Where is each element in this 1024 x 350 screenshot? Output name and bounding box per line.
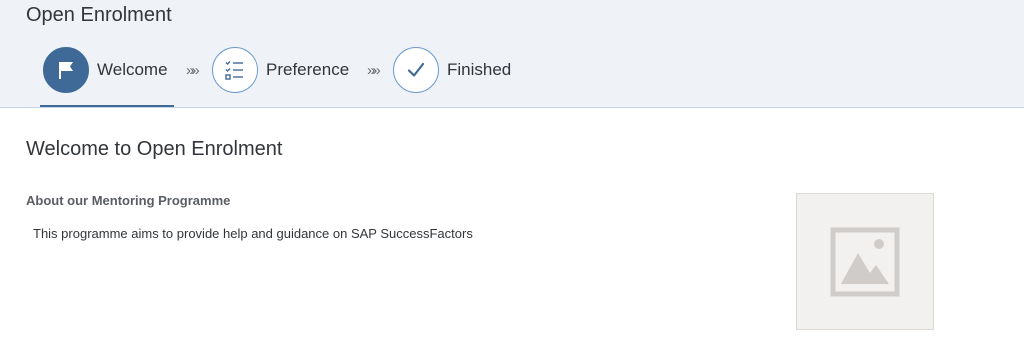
active-step-indicator [40,105,174,107]
wizard-progress: Welcome »» Preference »» Finished [40,47,560,107]
page-title: Open Enrolment [26,4,172,26]
wizard-step-welcome[interactable]: Welcome [43,47,168,93]
section-title: About our Mentoring Programme [26,193,231,208]
flag-icon [43,47,89,93]
wizard-step-preference[interactable]: Preference [212,47,349,93]
page-header: Open Enrolment Welcome »» Preference »» … [0,0,1024,108]
section-body: This programme aims to provide help and … [33,226,473,241]
image-placeholder [796,193,934,330]
wizard-step-label: Finished [447,60,512,79]
wizard-step-finished[interactable]: Finished [393,47,511,93]
wizard-step-label: Preference [266,60,350,79]
wizard-step-label: Welcome [97,60,168,79]
checkmark-icon [393,47,439,93]
image-placeholder-icon [830,227,900,296]
step-separator: »» [367,62,381,79]
content-title: Welcome to Open Enrolment [26,138,283,160]
checklist-icon [212,47,258,93]
step-separator: »» [186,62,200,79]
